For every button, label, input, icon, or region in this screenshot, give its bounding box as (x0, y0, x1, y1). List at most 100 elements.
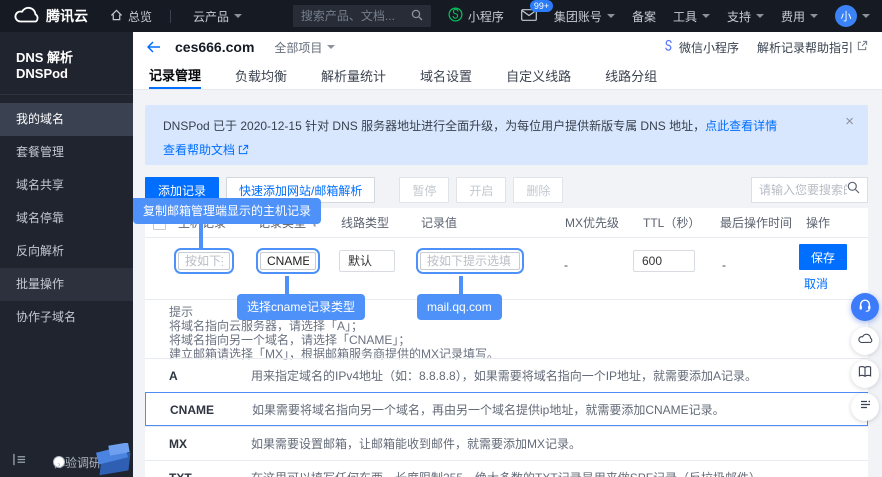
last-op-time-value: - (722, 258, 726, 272)
guide-connector (285, 276, 289, 294)
host-input-highlight (174, 248, 234, 274)
feedback-button[interactable] (851, 393, 879, 421)
page-header: ces666.com 全部项目 微信小程序 解析记录帮助指引 (133, 32, 882, 62)
home-icon (110, 9, 128, 24)
record-table: 主机记录 记录类型 线路类型 记录值 MX优先级 TTL（秒） 最后操作时间 操… (145, 208, 868, 477)
col-action: 操作 (806, 208, 830, 238)
cancel-button[interactable]: 取消 (804, 275, 828, 292)
wechat-miniprogram-link[interactable]: 微信小程序 (662, 39, 739, 56)
sidebar-title: DNS 解析 DNSPod (0, 32, 133, 95)
tab-resolution-stats[interactable]: 解析量统计 (321, 62, 386, 89)
cloud-icon (857, 332, 873, 350)
chevron-down-icon (607, 14, 615, 18)
guide-connector (199, 222, 203, 250)
type-row-txt[interactable]: TXT 在这里可以填写任何东西，长度限制255。绝大多数的TXT记录是用来做SP… (145, 460, 868, 477)
pause-button[interactable]: 暂停 (399, 177, 449, 203)
sidebar-item-collaborative-subdomains[interactable]: 协作子域名 (0, 301, 133, 334)
search-icon[interactable] (411, 9, 423, 24)
collapse-sidebar-icon[interactable] (12, 453, 27, 471)
page-title-domain: ces666.com (175, 39, 254, 55)
tab-domain-settings[interactable]: 域名设置 (420, 62, 472, 89)
cloud-logo-icon (13, 6, 39, 27)
banner-detail-link[interactable]: 点此查看详情 (705, 119, 777, 133)
delete-button[interactable]: 删除 (513, 177, 563, 203)
nav-support[interactable]: 支持 (727, 8, 764, 25)
chevron-down-icon (756, 14, 764, 18)
nav-group-account[interactable]: 集团账号 (554, 8, 615, 25)
guide-tooltip-host: 复制邮箱管理端显示的主机记录 (133, 198, 321, 224)
hint-line: 将域名指向另一个域名，请选择「CNAME」； (169, 333, 499, 347)
headset-icon (857, 297, 873, 318)
chevron-down-icon (702, 14, 710, 18)
topbar: 腾讯云 总览 云产品 小程序 99+ 集团账号 (0, 0, 882, 32)
upgrade-notice-banner: DNSPod 已于 2020-12-15 针对 DNS 服务器地址进行全面升级，… (145, 105, 868, 165)
survey-list-icon (858, 397, 873, 417)
tab-custom-lines[interactable]: 自定义线路 (506, 62, 571, 89)
docs-button[interactable] (851, 360, 879, 388)
mx-priority-value: - (564, 258, 568, 272)
nav-overview[interactable]: 总览 (110, 8, 152, 25)
host-record-input[interactable] (178, 252, 230, 270)
nav-products[interactable]: 云产品 (193, 8, 242, 25)
type-row-cname[interactable]: CNAME 如果需要将域名指向另一个域名，再由另一个域名提供ip地址，就需要添加… (145, 392, 868, 426)
banner-doc-link[interactable]: 查看帮助文档 (163, 143, 235, 157)
banner-text: DNSPod 已于 2020-12-15 针对 DNS 服务器地址进行全面升级，… (163, 119, 705, 133)
nav-beian[interactable]: 备案 (632, 8, 656, 25)
save-button[interactable]: 保存 (799, 244, 847, 270)
nav-billing[interactable]: 费用 (781, 8, 818, 25)
customer-service-button[interactable] (851, 293, 879, 321)
back-button[interactable] (147, 41, 161, 53)
tab-load-balancing[interactable]: 负载均衡 (235, 62, 287, 89)
survey-illustration (93, 443, 133, 477)
record-value-input[interactable] (420, 252, 520, 270)
wechat-miniprogram-icon (662, 39, 675, 55)
record-search[interactable] (751, 177, 868, 203)
brand-name: 腾讯云 (46, 6, 88, 26)
sidebar-item-domain-parking[interactable]: 域名停靠 (0, 202, 133, 235)
topbar-search-input[interactable] (301, 9, 411, 23)
hint-line: 将域名指向云服务器，请选择「A」； (169, 319, 499, 333)
tencent-cloud-logo[interactable]: 腾讯云 (13, 6, 88, 27)
type-row-mx[interactable]: MX 如果需要设置邮箱，让邮箱能收到邮件，就需要添加MX记录。 (145, 426, 868, 460)
chevron-down-icon (327, 45, 335, 49)
chevron-down-icon (862, 14, 870, 18)
user-menu[interactable]: 小 (835, 5, 870, 27)
type-row-a[interactable]: A 用来指定域名的IPv4地址（如：8.8.8.8），如果需要将域名指向一个IP… (145, 358, 868, 392)
project-filter[interactable]: 全部项目 (274, 39, 335, 56)
external-link-icon (238, 144, 249, 158)
close-icon[interactable]: × (845, 113, 854, 130)
sidebar-item-batch-operations[interactable]: 批量操作 (0, 268, 133, 301)
external-link-icon (857, 40, 868, 54)
ttl-input[interactable] (633, 250, 695, 272)
cloud-assistant-button[interactable] (851, 327, 879, 355)
sidebar-item-package-management[interactable]: 套餐管理 (0, 136, 133, 169)
nav-tools[interactable]: 工具 (673, 8, 710, 25)
col-time: 最后操作时间 (720, 208, 792, 238)
sidebar: DNS 解析 DNSPod 我的域名 套餐管理 域名共享 域名停靠 反向解析 批… (0, 32, 133, 477)
tab-line-groups[interactable]: 线路分组 (605, 62, 657, 89)
sidebar-item-reverse-dns[interactable]: 反向解析 (0, 235, 133, 268)
sidebar-item-my-domains[interactable]: 我的域名 (0, 103, 133, 136)
value-input-highlight (416, 248, 524, 274)
enable-button[interactable]: 开启 (456, 177, 506, 203)
record-type-input[interactable] (260, 252, 316, 270)
avatar[interactable]: 小 (835, 5, 857, 27)
help-guide-link[interactable]: 解析记录帮助指引 (757, 39, 868, 56)
sidebar-item-domain-sharing[interactable]: 域名共享 (0, 169, 133, 202)
book-icon (857, 364, 873, 384)
type-input-highlight (256, 248, 320, 274)
line-type-select[interactable]: 默认 (339, 250, 395, 272)
guide-tooltip-value: mail.qq.com (417, 294, 502, 320)
nav-messages[interactable]: 99+ (521, 9, 537, 24)
miniprogram-icon (448, 7, 468, 25)
nav-miniprogram[interactable]: 小程序 (448, 7, 504, 25)
topbar-search[interactable] (293, 5, 431, 27)
record-edit-row: 默认 - - 保存 取消 (145, 238, 868, 300)
col-value: 记录值 (421, 208, 457, 238)
tab-bar: 记录管理 负载均衡 解析量统计 域名设置 自定义线路 线路分组 (133, 62, 882, 90)
tab-record-management[interactable]: 记录管理 (149, 62, 201, 89)
col-ttl: TTL（秒） (643, 208, 700, 238)
search-icon[interactable] (847, 181, 860, 199)
record-search-input[interactable] (759, 183, 847, 197)
arrow-right-icon: › (53, 456, 65, 468)
